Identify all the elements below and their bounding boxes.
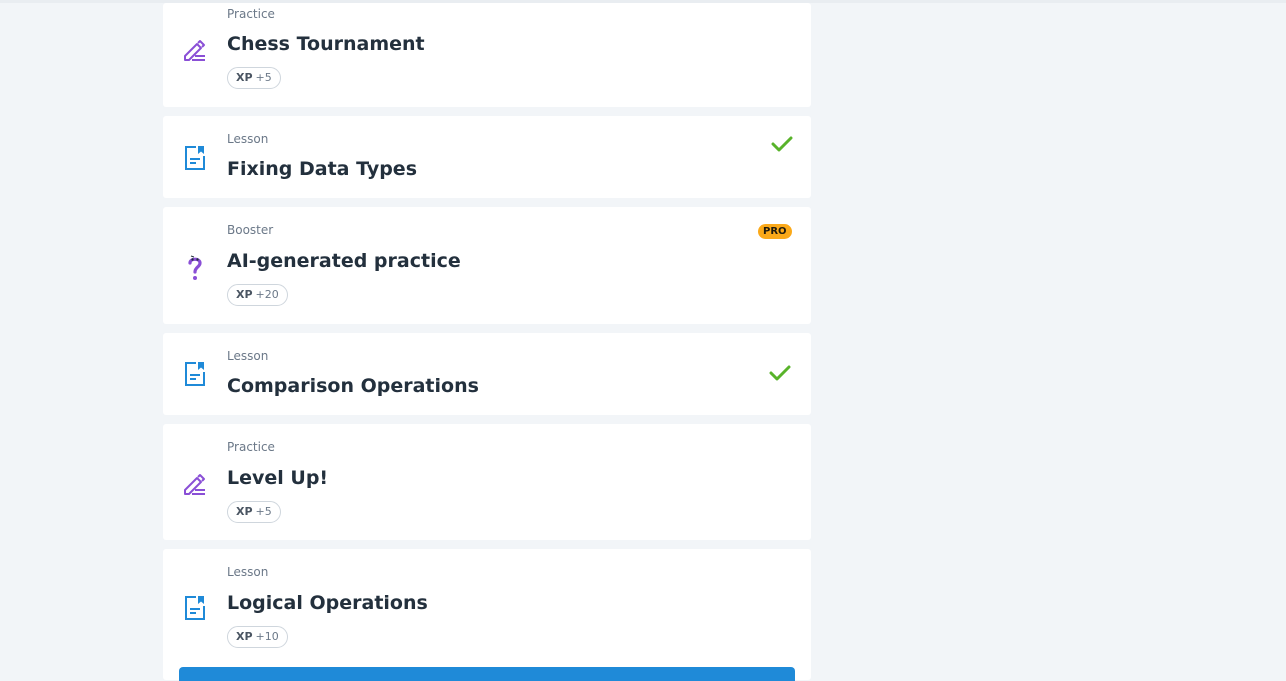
list-item-lesson[interactable]: Lesson Comparison Operations bbox=[163, 333, 811, 415]
xp-value: +5 bbox=[255, 505, 272, 518]
document-icon bbox=[181, 144, 209, 172]
list-item-lesson[interactable]: Lesson Fixing Data Types bbox=[163, 116, 811, 198]
item-title: AI-generated practice bbox=[227, 250, 461, 272]
item-kind: Lesson bbox=[227, 132, 269, 146]
item-kind: Lesson bbox=[227, 349, 269, 363]
item-title: Comparison Operations bbox=[227, 375, 479, 397]
xp-badge: XP +5 bbox=[227, 501, 281, 523]
item-title: Logical Operations bbox=[227, 592, 428, 614]
item-kind: Booster bbox=[227, 223, 274, 237]
checkmark-icon bbox=[771, 135, 793, 153]
pencil-icon bbox=[181, 35, 209, 63]
list-item-lesson[interactable]: Lesson Logical Operations XP +10 bbox=[163, 549, 811, 680]
xp-label: XP bbox=[236, 630, 253, 643]
list-item-practice[interactable]: Practice Chess Tournament XP +5 bbox=[163, 3, 811, 107]
list-item-practice[interactable]: Practice Level Up! XP +5 bbox=[163, 424, 811, 540]
item-kind: Practice bbox=[227, 440, 275, 454]
checkmark-icon bbox=[769, 364, 791, 382]
item-title: Chess Tournament bbox=[227, 33, 425, 55]
question-mark-icon bbox=[181, 253, 209, 281]
xp-value: +10 bbox=[255, 630, 279, 643]
document-icon bbox=[181, 360, 209, 388]
xp-value: +5 bbox=[255, 71, 272, 84]
xp-badge: XP +5 bbox=[227, 67, 281, 89]
item-kind: Lesson bbox=[227, 565, 269, 579]
item-title: Fixing Data Types bbox=[227, 158, 417, 180]
document-icon bbox=[181, 594, 209, 622]
pro-badge: PRO bbox=[758, 224, 792, 239]
primary-action-button[interactable] bbox=[179, 667, 795, 681]
item-title: Level Up! bbox=[227, 467, 329, 489]
pencil-icon bbox=[181, 469, 209, 497]
list-item-booster[interactable]: Booster AI-generated practice XP +20 PRO bbox=[163, 207, 811, 324]
item-kind: Practice bbox=[227, 7, 275, 21]
xp-label: XP bbox=[236, 71, 253, 84]
xp-label: XP bbox=[236, 288, 253, 301]
xp-badge: XP +10 bbox=[227, 626, 288, 648]
xp-label: XP bbox=[236, 505, 253, 518]
xp-value: +20 bbox=[255, 288, 279, 301]
xp-badge: XP +20 bbox=[227, 284, 288, 306]
